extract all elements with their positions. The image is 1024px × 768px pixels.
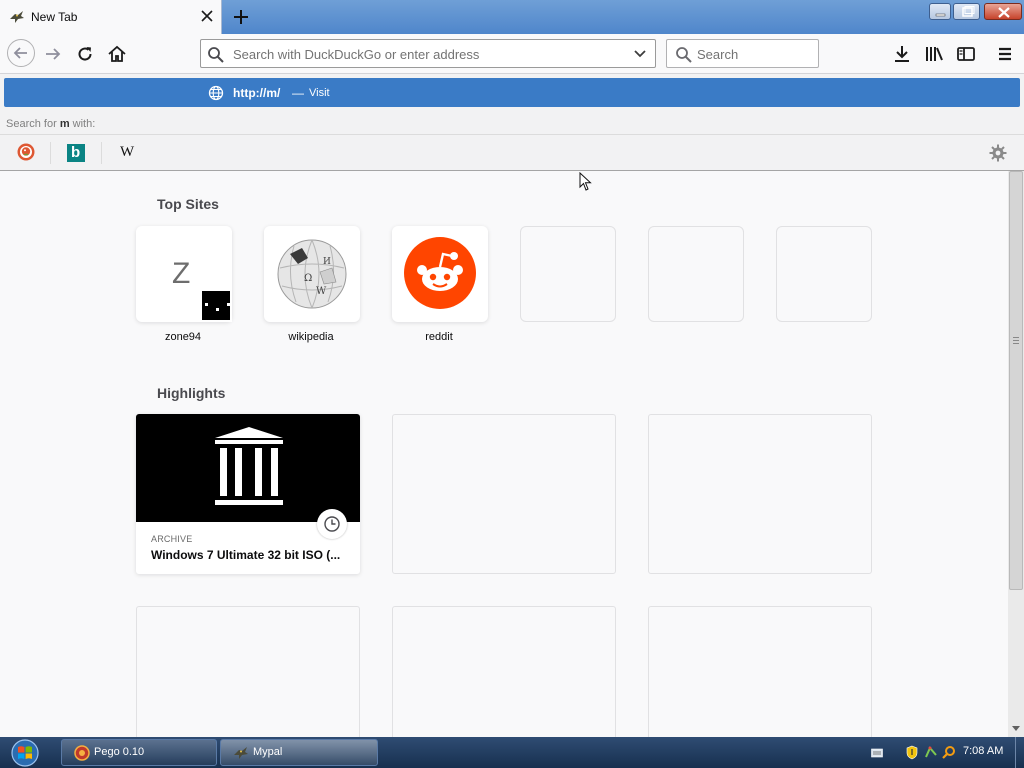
taskbar-item-label: Pego 0.10 — [94, 746, 145, 758]
top-site-zone94[interactable]: Z — [136, 226, 232, 322]
address-placeholder: Search with DuckDuckGo or enter address — [233, 47, 480, 62]
top-site-label: zone94 — [164, 331, 202, 343]
top-site-label: reddit — [425, 331, 453, 343]
sidebar-icon[interactable] — [954, 42, 978, 66]
highlight-empty-slot — [392, 606, 616, 737]
taskbar-item-label: Mypal — [253, 746, 283, 758]
library-icon[interactable] — [922, 42, 946, 66]
globe-icon — [208, 85, 224, 101]
tab-strip: New Tab — [0, 0, 1024, 35]
engine-divider — [101, 142, 102, 164]
windows-taskbar: Pego 0.10 Mypal 7:08 AM — [0, 737, 1024, 768]
engine-divider — [50, 142, 51, 164]
suggestion-separator: — — [292, 86, 304, 100]
highlight-empty-slot — [648, 606, 872, 737]
highlight-source: ARCHIVE — [151, 534, 193, 544]
mypal-bird-icon — [9, 9, 25, 25]
window-close-button[interactable] — [984, 3, 1022, 20]
keyboard-tray-icon[interactable] — [871, 748, 883, 758]
top-sites-title: Top Sites — [157, 196, 219, 212]
vertical-scrollbar[interactable] — [1008, 171, 1024, 737]
highlight-empty-slot — [392, 414, 616, 574]
one-off-search-engines: b W — [0, 134, 1024, 170]
address-bar[interactable]: Search with DuckDuckGo or enter address — [200, 39, 656, 68]
search-bar[interactable]: Search — [666, 39, 819, 68]
wikipedia-glyph: W — [120, 144, 135, 160]
highlights-title: Highlights — [157, 385, 226, 401]
highlight-card[interactable]: ARCHIVE Windows 7 Ultimate 32 bit ISO (.… — [136, 414, 360, 574]
forward-icon[interactable] — [41, 42, 65, 66]
security-shield-icon[interactable] — [906, 745, 918, 760]
network-tray-icon[interactable] — [924, 745, 938, 760]
home-icon[interactable] — [105, 42, 129, 66]
mypal-bird-icon — [233, 745, 249, 761]
top-site-wikipedia[interactable]: Ω И W — [264, 226, 360, 322]
top-site-empty-slot — [520, 226, 616, 322]
back-icon[interactable] — [7, 39, 35, 67]
scroll-down-arrow-icon[interactable] — [1012, 726, 1020, 732]
duckduckgo-icon[interactable] — [17, 143, 37, 163]
search-for-suffix: with: — [72, 118, 96, 130]
wikipedia-icon[interactable]: W — [119, 143, 139, 163]
svg-text:И: И — [323, 257, 331, 267]
suggestion-action: Visit — [309, 87, 330, 99]
search-for-label: Search for m with: — [6, 118, 95, 130]
svg-text:W: W — [316, 286, 327, 297]
taskbar-item-pego[interactable]: Pego 0.10 — [61, 739, 217, 766]
start-button[interactable] — [5, 738, 45, 768]
top-site-reddit[interactable] — [392, 226, 488, 322]
window-minimize-button[interactable] — [929, 3, 951, 20]
visit-url-suggestion[interactable]: http://m/ — Visit — [4, 78, 1020, 107]
nav-toolbar: Search with DuckDuckGo or enter address … — [0, 34, 1024, 74]
taskbar-item-mypal[interactable]: Mypal — [220, 739, 378, 766]
top-site-label: wikipedia — [288, 331, 334, 343]
search-for-term: m — [59, 118, 70, 130]
window-restore-button[interactable] — [953, 3, 980, 20]
new-tab-plus-icon[interactable] — [231, 7, 251, 27]
search-tray-icon[interactable] — [942, 745, 956, 760]
bing-icon[interactable]: b — [67, 144, 85, 162]
search-icon — [207, 46, 225, 64]
tab-new-tab[interactable]: New Tab — [0, 0, 222, 35]
top-site-empty-slot — [776, 226, 872, 322]
suggestion-url: http://m/ — [233, 86, 281, 100]
mouse-cursor-icon — [579, 172, 593, 192]
svg-text:Ω: Ω — [304, 273, 312, 284]
search-icon — [675, 46, 693, 64]
tab-title: New Tab — [31, 10, 78, 24]
scrollbar-thumb[interactable] — [1009, 171, 1023, 590]
top-site-letter: Z — [172, 257, 191, 290]
gear-icon[interactable] — [988, 143, 1008, 163]
bing-glyph: b — [71, 144, 81, 161]
wikipedia-globe-icon: Ω И W — [276, 238, 348, 310]
highlight-thumbnail — [136, 414, 360, 539]
tab-close-icon[interactable] — [200, 9, 214, 23]
top-site-empty-slot — [648, 226, 744, 322]
menu-hamburger-icon[interactable] — [993, 42, 1017, 66]
reddit-logo-icon — [404, 237, 476, 309]
zone94-favicon-icon — [200, 289, 232, 322]
highlight-title: Windows 7 Ultimate 32 bit ISO (... — [151, 548, 341, 562]
search-for-prefix: Search for — [6, 118, 57, 130]
system-clock[interactable]: 7:08 AM — [963, 745, 1003, 757]
search-placeholder: Search — [697, 47, 739, 62]
new-tab-page: Top Sites Z zone94 Ω И W wikipedia reddi… — [0, 171, 1008, 737]
highlight-empty-slot — [136, 606, 360, 737]
show-desktop-button[interactable] — [1015, 737, 1024, 768]
clock-icon — [317, 509, 347, 539]
reload-icon[interactable] — [73, 42, 97, 66]
chevron-down-icon[interactable] — [633, 49, 647, 59]
internet-archive-logo-icon — [211, 424, 287, 510]
pego-icon — [74, 745, 90, 761]
highlight-empty-slot — [648, 414, 872, 574]
address-suggestions-popup: http://m/ — Visit Search for m with: b W — [0, 74, 1024, 171]
downloads-icon[interactable] — [890, 42, 914, 66]
